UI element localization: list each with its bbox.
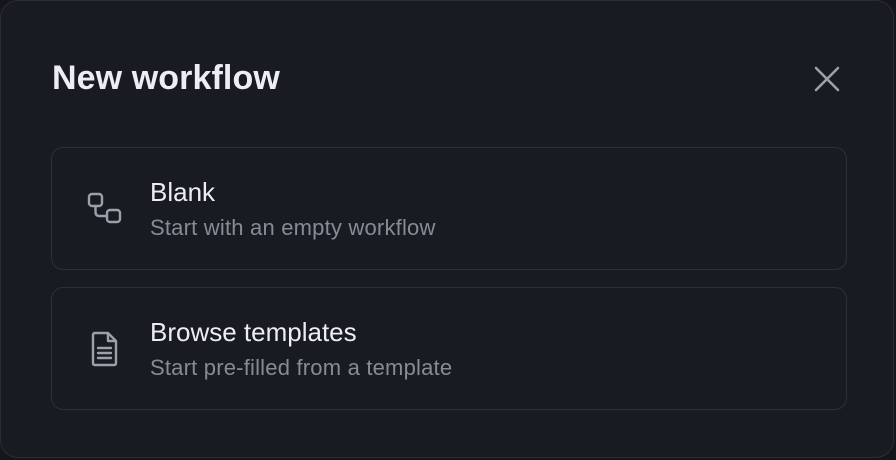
blank-option-description: Start with an empty workflow	[150, 215, 436, 240]
blank-option[interactable]: Blank Start with an empty workflow	[51, 147, 847, 270]
new-workflow-dialog: New workflow Blank Start with an empty w…	[0, 0, 894, 458]
close-button[interactable]	[807, 59, 847, 99]
browse-templates-title: Browse templates	[150, 317, 357, 347]
nodes-icon	[86, 190, 124, 228]
browse-templates-option[interactable]: Browse templates Start pre-filled from a…	[51, 287, 847, 410]
blank-option-title: Blank	[150, 177, 216, 207]
close-icon	[814, 66, 840, 92]
browse-templates-description: Start pre-filled from a template	[150, 355, 453, 380]
document-icon	[86, 330, 124, 368]
dialog-title: New workflow	[52, 59, 280, 97]
